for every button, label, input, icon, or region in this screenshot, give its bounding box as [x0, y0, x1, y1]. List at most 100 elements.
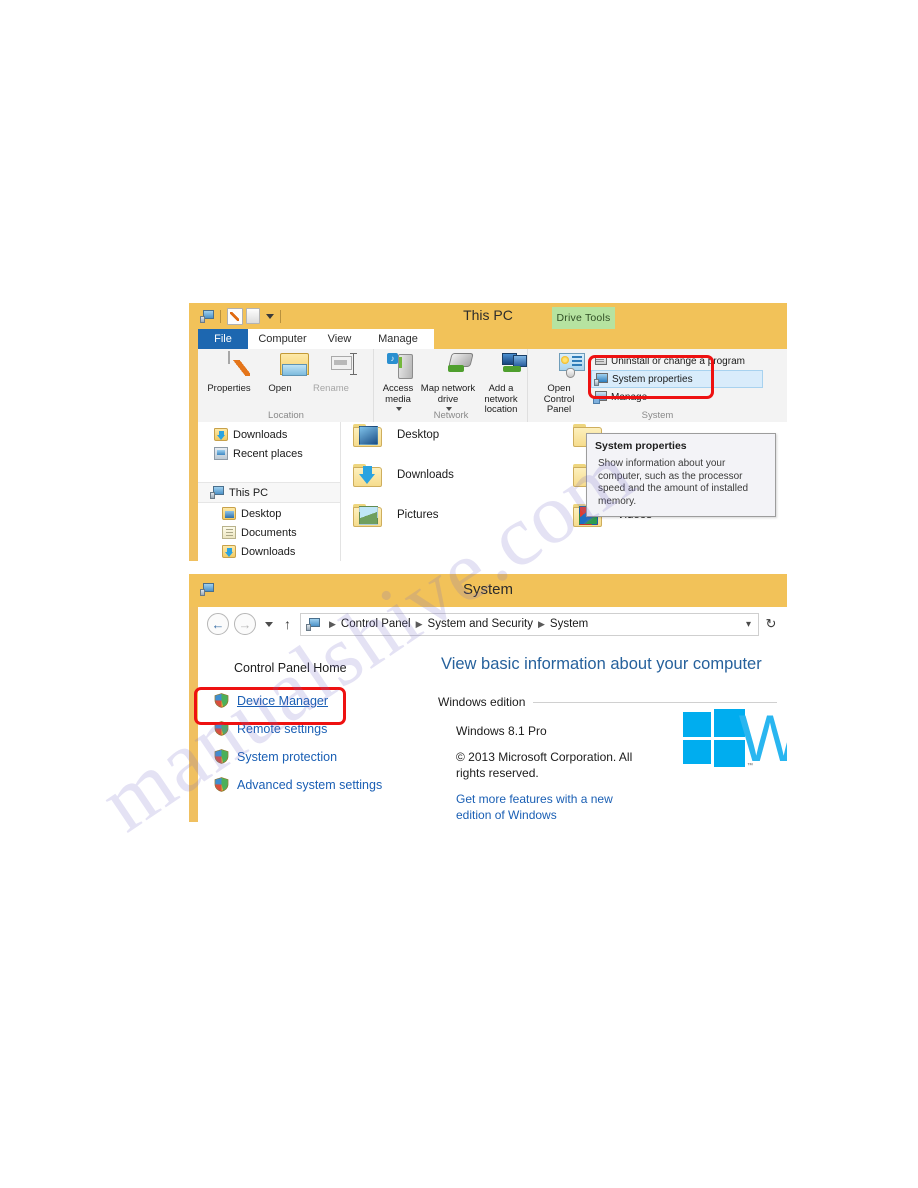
ribbon-tab-strip: File Computer View Manage: [198, 329, 787, 349]
tab-view[interactable]: View: [317, 329, 362, 349]
ribbon-button-map-network-drive[interactable]: Map network drive: [420, 353, 476, 416]
explorer-title-bar: This PC Drive Tools: [189, 303, 787, 329]
desktop-folder-icon: [353, 422, 383, 448]
sidebar-item-device-manager[interactable]: Device Manager: [214, 693, 328, 708]
menu-item-manage[interactable]: Manage: [591, 388, 763, 406]
tab-manage[interactable]: Manage: [362, 329, 434, 349]
sidebar-item-system-protection[interactable]: System protection: [214, 749, 337, 764]
pictures-folder-icon: [353, 502, 383, 528]
ribbon-button-add-network-location[interactable]: Add a network location: [474, 353, 528, 416]
nav-item-documents[interactable]: Documents: [222, 523, 297, 542]
manage-icon: [593, 390, 607, 404]
system-title-bar: System: [189, 574, 787, 607]
ribbon-button-access-media[interactable]: ♪ Access media: [376, 353, 420, 416]
shield-icon: [214, 777, 229, 792]
access-media-icon: ♪: [376, 353, 420, 381]
ribbon-button-open[interactable]: Open: [258, 353, 309, 395]
sidebar-link-label: Device Manager: [237, 693, 329, 708]
nav-item-this-pc[interactable]: This PC: [198, 482, 340, 503]
system-properties-icon: [594, 372, 608, 386]
control-panel-icon: [531, 353, 587, 381]
breadcrumb-separator: ▶: [538, 618, 545, 629]
tab-computer[interactable]: Computer: [248, 329, 317, 349]
this-pc-explorer-window: This PC Drive Tools File Computer View M…: [189, 303, 787, 561]
window-left-accent-stripe: [189, 303, 198, 561]
sidebar-link-label: Remote settings: [237, 721, 328, 736]
up-arrow-icon[interactable]: ↑: [284, 617, 291, 631]
breadcrumb-control-panel[interactable]: Control Panel: [341, 618, 411, 630]
downloads-folder-icon: [222, 545, 236, 558]
nav-item-downloads[interactable]: Downloads: [214, 425, 287, 444]
copyright-line-1: © 2013 Microsoft Corporation. All: [456, 750, 633, 764]
properties-icon: [202, 351, 256, 381]
uninstall-program-icon: [593, 354, 607, 368]
sidebar-item-advanced-system-settings[interactable]: Advanced system settings: [214, 777, 382, 792]
ribbon-group-network: ♪ Access media Map network drive Add a n…: [374, 349, 528, 422]
tooltip-title: System properties: [595, 440, 687, 452]
system-control-panel-window: System ← → ↑ ▶ Control Panel ▶ System an…: [189, 574, 787, 822]
system-content-area: Control Panel Home Device Manager Remote…: [198, 641, 787, 822]
add-network-location-icon: [474, 353, 528, 381]
address-bar[interactable]: ▶ Control Panel ▶ System and Security ▶ …: [300, 612, 759, 636]
ribbon-button-open-control-panel[interactable]: Open Control Panel: [531, 353, 587, 416]
upgrade-link-line-1[interactable]: Get more features with a new: [456, 791, 613, 807]
ribbon-button-properties[interactable]: Properties: [202, 351, 256, 395]
ribbon: Properties Open Rename Location ♪ Access…: [198, 349, 787, 423]
breadcrumb-separator: ▶: [329, 618, 336, 629]
shield-icon: [214, 693, 229, 708]
back-arrow-icon[interactable]: ←: [207, 613, 229, 635]
nav-item-desktop[interactable]: Desktop: [222, 504, 281, 523]
breadcrumb-system[interactable]: System: [550, 618, 588, 630]
tooltip-system-properties: System properties Show information about…: [586, 433, 776, 517]
open-folder-icon: [258, 353, 309, 381]
ribbon-group-label-system: System: [641, 410, 674, 421]
contextual-tab-drive-tools[interactable]: Drive Tools: [552, 307, 615, 329]
system-sidebar: Control Panel Home Device Manager Remote…: [198, 641, 403, 822]
list-item[interactable]: Desktop: [353, 422, 439, 448]
windows-edition-value: Windows 8.1 Pro: [456, 724, 547, 738]
refresh-icon[interactable]: ↻: [759, 616, 783, 632]
ribbon-group-location: Properties Open Rename Location: [198, 349, 374, 422]
tab-file[interactable]: File: [198, 329, 248, 349]
breadcrumb-separator: ▶: [415, 618, 423, 629]
windows-wordmark-letter: W: [738, 701, 787, 775]
address-toolbar: ← → ↑ ▶ Control Panel ▶ System and Secur…: [198, 607, 787, 641]
nav-item-downloads[interactable]: Downloads: [222, 542, 295, 561]
shield-icon: [214, 721, 229, 736]
system-properties-icon: [306, 617, 320, 631]
this-pc-icon: [210, 486, 224, 499]
downloads-folder-icon: [353, 462, 383, 488]
downloads-folder-icon: [214, 428, 228, 441]
rename-icon: [303, 353, 359, 381]
sidebar-item-remote-settings[interactable]: Remote settings: [214, 721, 327, 736]
shield-icon: [214, 749, 229, 764]
menu-item-system-properties[interactable]: System properties: [591, 370, 763, 388]
list-item[interactable]: Downloads: [353, 462, 454, 488]
nav-item-recent-places[interactable]: Recent places: [214, 444, 303, 463]
system-main-content: View basic information about your comput…: [438, 641, 787, 822]
upgrade-link-line-2[interactable]: edition of Windows: [456, 807, 557, 822]
section-label: Windows edition: [438, 695, 526, 709]
page-title: View basic information about your comput…: [441, 655, 762, 673]
list-item[interactable]: Pictures: [353, 502, 439, 528]
section-heading-windows-edition: Windows edition: [438, 695, 777, 709]
menu-item-uninstall-or-change-a-program[interactable]: Uninstall or change a program: [591, 352, 763, 370]
windows-logo-icon: ™: [683, 709, 753, 769]
map-network-drive-icon: [420, 353, 476, 381]
sidebar-item-control-panel-home[interactable]: Control Panel Home: [234, 661, 347, 675]
forward-arrow-icon[interactable]: →: [234, 613, 256, 635]
window-left-accent-stripe: [189, 574, 198, 822]
navigation-pane: Downloads Recent places This PC Desktop …: [198, 422, 341, 561]
copyright-line-2: rights reserved.: [456, 766, 539, 780]
documents-folder-icon: [222, 526, 236, 539]
ribbon-group-label-network: Network: [433, 410, 469, 421]
tooltip-body: Show information about your computer, su…: [598, 458, 749, 507]
sidebar-link-label: Advanced system settings: [237, 777, 383, 792]
system-commands-list: Uninstall or change a program System pro…: [591, 352, 763, 406]
ribbon-group-label-location: Location: [268, 410, 304, 421]
recent-locations-chevron-down-icon[interactable]: [265, 621, 273, 627]
ribbon-button-rename: Rename: [303, 353, 359, 395]
window-title: This PC: [463, 307, 513, 323]
breadcrumb-system-and-security[interactable]: System and Security: [428, 618, 533, 630]
address-dropdown-chevron-down-icon[interactable]: ▾: [746, 619, 751, 630]
